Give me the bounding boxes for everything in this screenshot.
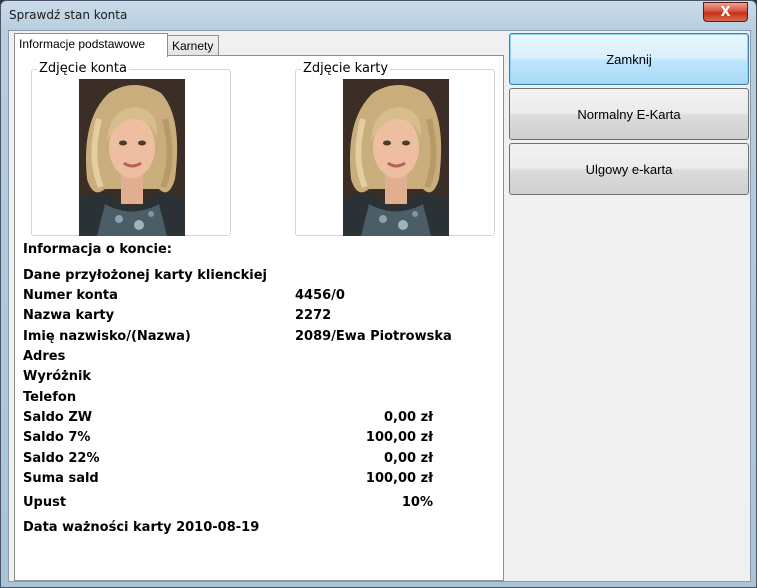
account-info-heading: Informacja o koncie: <box>23 242 172 257</box>
card-photo-box: Zdjęcie karty <box>295 61 495 236</box>
tab-passes[interactable]: Karnety <box>167 35 219 56</box>
portrait-image <box>343 79 449 236</box>
account-photo-label: Zdjęcie konta <box>37 61 129 76</box>
portrait-image <box>79 79 185 236</box>
phone-label: Telefon <box>23 390 77 405</box>
balance-zw-value: 0,00 zł <box>384 410 433 425</box>
account-number-value: 4456/0 <box>295 288 345 303</box>
account-number-label: Numer konta <box>23 288 118 303</box>
distinction-label: Wyróżnik <box>23 369 92 384</box>
normal-ecard-button-label: Normalny E-Karta <box>577 106 681 122</box>
card-name-label: Nazwa karty <box>23 308 115 323</box>
balance-7-label: Saldo 7% <box>23 430 91 445</box>
balance-22-value: 0,00 zł <box>384 451 433 466</box>
dialog-client-area: Informacje podstawowe Karnety Zdjęcie ko… <box>8 30 751 582</box>
balance-7-value: 100,00 zł <box>365 430 433 445</box>
balance-sum-label: Suma sald <box>23 471 99 486</box>
full-name-label: Imię nazwisko/(Nazwa) <box>23 329 191 344</box>
card-expiry-line: Data ważności karty 2010-08-19 <box>23 520 260 535</box>
close-button[interactable]: Zamknij <box>509 33 749 85</box>
full-name-value: 2089/Ewa Piotrowska <box>295 329 452 344</box>
close-icon: X <box>720 4 731 20</box>
discount-value: 10% <box>401 495 433 510</box>
card-photo-label: Zdjęcie karty <box>301 61 391 76</box>
discount-label: Upust <box>23 495 67 510</box>
title-bar[interactable]: Sprawdź stan konta X <box>1 1 756 31</box>
close-button-label: Zamknij <box>606 51 652 67</box>
window-close-button[interactable]: X <box>703 2 748 22</box>
reduced-ecard-button[interactable]: Ulgowy e-karta <box>509 143 749 195</box>
dialog-window: Sprawdź stan konta X Informacje podstawo… <box>0 0 757 588</box>
normal-ecard-button[interactable]: Normalny E-Karta <box>509 88 749 140</box>
account-photo-box: Zdjęcie konta <box>31 61 231 236</box>
card-photo <box>343 79 449 236</box>
card-data-label: Dane przyłożonej karty klienckiej <box>23 268 267 283</box>
tab-panel-basic-info: Zdjęcie konta Zdjęcie karty Informacja o… <box>14 55 504 581</box>
account-photo <box>79 79 185 236</box>
balance-zw-label: Saldo ZW <box>23 410 93 425</box>
tab-basic-info[interactable]: Informacje podstawowe <box>14 33 168 57</box>
reduced-ecard-button-label: Ulgowy e-karta <box>585 161 673 177</box>
balance-sum-value: 100,00 zł <box>365 471 433 486</box>
card-name-value: 2272 <box>295 308 332 323</box>
address-label: Adres <box>23 349 66 364</box>
balance-22-label: Saldo 22% <box>23 451 100 466</box>
window-title: Sprawdź stan konta <box>9 8 128 22</box>
